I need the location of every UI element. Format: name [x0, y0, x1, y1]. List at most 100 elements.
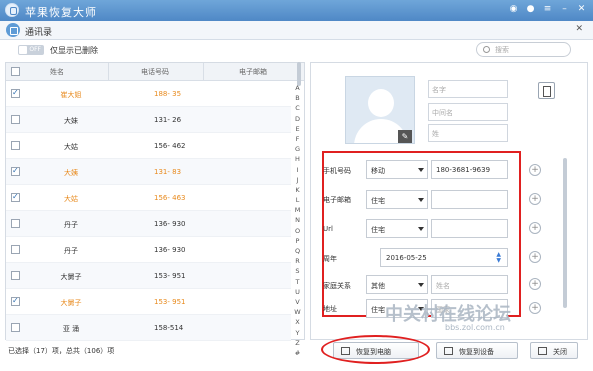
email-type-value: 住宅 [371, 197, 385, 205]
url-type-select[interactable]: 住宅 [366, 219, 428, 238]
contact-name: 大妹 [64, 117, 78, 125]
add-email-icon[interactable]: + [529, 193, 541, 205]
anniversary-date-field[interactable]: 2016-05-25 ▲ ▼ [380, 248, 508, 267]
edit-photo-icon[interactable]: ✎ [398, 130, 412, 143]
alphabet-letter[interactable]: E [293, 124, 302, 134]
table-row[interactable]: 大妹 131- 26 [6, 107, 291, 133]
email-field[interactable] [431, 190, 508, 209]
alphabet-letter[interactable]: X [293, 317, 302, 327]
alphabet-letter[interactable]: B [293, 93, 302, 103]
url-type-value: 住宅 [371, 226, 385, 234]
relation-type-select[interactable]: 其他 [366, 275, 428, 294]
alphabet-letter[interactable]: T [293, 277, 302, 287]
contact-list: 姓名 电话号码 电子邮箱 崔大姐 188- 35 大妹 131- 26 大姑 156- 4… [5, 62, 305, 357]
alphabet-letter[interactable]: J [293, 175, 302, 185]
contact-name: 大姑 [64, 195, 78, 203]
alphabet-letter[interactable]: I [293, 165, 302, 175]
select-all-checkbox[interactable] [11, 67, 20, 76]
table-row[interactable]: 丹子 136- 930 [6, 237, 291, 263]
add-date-icon[interactable]: + [529, 251, 541, 263]
search-box[interactable]: 搜索 [476, 42, 571, 57]
close-button[interactable]: 关闭 [530, 342, 578, 359]
table-row[interactable]: 大姑 156- 463 [6, 185, 291, 211]
alphabet-letter[interactable]: Z [293, 338, 302, 348]
middle-name-field[interactable]: 中间名 [428, 103, 508, 121]
restore-to-device-button[interactable]: 恢复到设备 [436, 342, 518, 359]
panel-close-icon[interactable]: ✕ [575, 24, 583, 34]
alphabet-letter[interactable]: H [293, 154, 302, 164]
add-mobile-icon[interactable]: + [529, 164, 541, 176]
table-row[interactable]: 崔大姐 188- 35 [6, 81, 291, 107]
chevron-down-icon [418, 198, 424, 202]
list-scrollbar[interactable] [297, 62, 301, 86]
row-checkbox[interactable] [11, 88, 20, 98]
alphabet-letter[interactable]: # [293, 348, 302, 358]
add-relation-icon[interactable]: + [529, 278, 541, 290]
date-spinner-icon[interactable]: ▲ ▼ [496, 252, 501, 264]
contact-phone: 136- 930 [154, 220, 186, 228]
first-name-field[interactable]: 名字 [428, 80, 508, 98]
contact-name: 丹子 [64, 247, 78, 255]
chevron-down-icon [418, 283, 424, 287]
last-name-field[interactable]: 姓 [428, 124, 508, 142]
table-row[interactable]: 大姑 156- 462 [6, 133, 291, 159]
table-row[interactable]: 大舅子 153- 951 [6, 289, 291, 315]
row-checkbox[interactable] [11, 115, 20, 124]
alphabet-letter[interactable]: M [293, 205, 302, 215]
alphabet-letter[interactable]: R [293, 256, 302, 266]
row-checkbox[interactable] [11, 166, 20, 176]
row-checkbox[interactable] [11, 296, 20, 306]
alphabet-letter[interactable]: Y [293, 328, 302, 338]
import-contact-button[interactable] [538, 82, 555, 99]
field-label-relation: 家庭关系 [323, 282, 351, 290]
minimize-icon[interactable]: – [559, 4, 570, 14]
close-icon[interactable]: ✕ [576, 4, 587, 14]
add-url-icon[interactable]: + [529, 222, 541, 234]
table-row[interactable]: 丹子 136- 930 [6, 211, 291, 237]
contact-name: 亚 涌 [62, 325, 80, 333]
mobile-type-select[interactable]: 移动 [366, 160, 428, 179]
row-checkbox[interactable] [11, 219, 20, 228]
mobile-number-field[interactable]: 180-3681-9639 [431, 160, 508, 179]
table-row[interactable]: 大姨 131- 83 [6, 159, 291, 185]
alphabet-letter[interactable]: U [293, 287, 302, 297]
panel-title: 通讯录 [25, 28, 53, 38]
alphabet-letter[interactable]: Q [293, 246, 302, 256]
chat-icon[interactable]: ● [525, 4, 536, 14]
url-field[interactable] [431, 219, 508, 238]
row-checkbox[interactable] [11, 245, 20, 254]
contact-phone: 153- 951 [154, 298, 186, 306]
alphabet-letter[interactable]: K [293, 185, 302, 195]
search-input[interactable]: 搜索 [495, 45, 509, 55]
detail-scrollbar[interactable] [563, 158, 567, 308]
table-row[interactable]: 亚 涌 158-514 [6, 315, 291, 341]
alphabet-letter[interactable]: O [293, 226, 302, 236]
alphabet-letter[interactable]: P [293, 236, 302, 246]
email-type-select[interactable]: 住宅 [366, 190, 428, 209]
app-title: 苹果恢复大师 [25, 6, 97, 19]
row-checkbox[interactable] [11, 192, 20, 202]
table-row[interactable]: 大舅子 153- 951 [6, 263, 291, 289]
column-email: 电子邮箱 [239, 68, 267, 76]
relation-name-field[interactable]: 姓名 [431, 275, 508, 294]
alphabet-letter[interactable]: D [293, 114, 302, 124]
alphabet-letter[interactable]: G [293, 144, 302, 154]
alphabet-letter[interactable]: L [293, 195, 302, 205]
alphabet-letter[interactable]: N [293, 215, 302, 225]
alphabet-letter[interactable]: W [293, 307, 302, 317]
row-checkbox[interactable] [11, 141, 20, 150]
menu-icon[interactable]: ≡ [542, 4, 553, 14]
deleted-only-toggle[interactable]: OFF [18, 45, 44, 55]
alphabet-letter[interactable]: V [293, 297, 302, 307]
alphabet-letter[interactable]: C [293, 103, 302, 113]
highlight-oval [321, 335, 430, 364]
alphabet-letter[interactable]: S [293, 266, 302, 276]
weibo-icon[interactable]: ◉ [508, 4, 519, 14]
add-address-icon[interactable]: + [529, 302, 541, 314]
row-checkbox[interactable] [11, 323, 20, 332]
table-header: 姓名 电话号码 电子邮箱 [6, 63, 304, 81]
selection-status: 已选择（17）项，总共（106）项 [8, 347, 115, 355]
contact-name: 大舅子 [60, 299, 82, 307]
alphabet-letter[interactable]: F [293, 134, 302, 144]
row-checkbox[interactable] [11, 271, 20, 280]
